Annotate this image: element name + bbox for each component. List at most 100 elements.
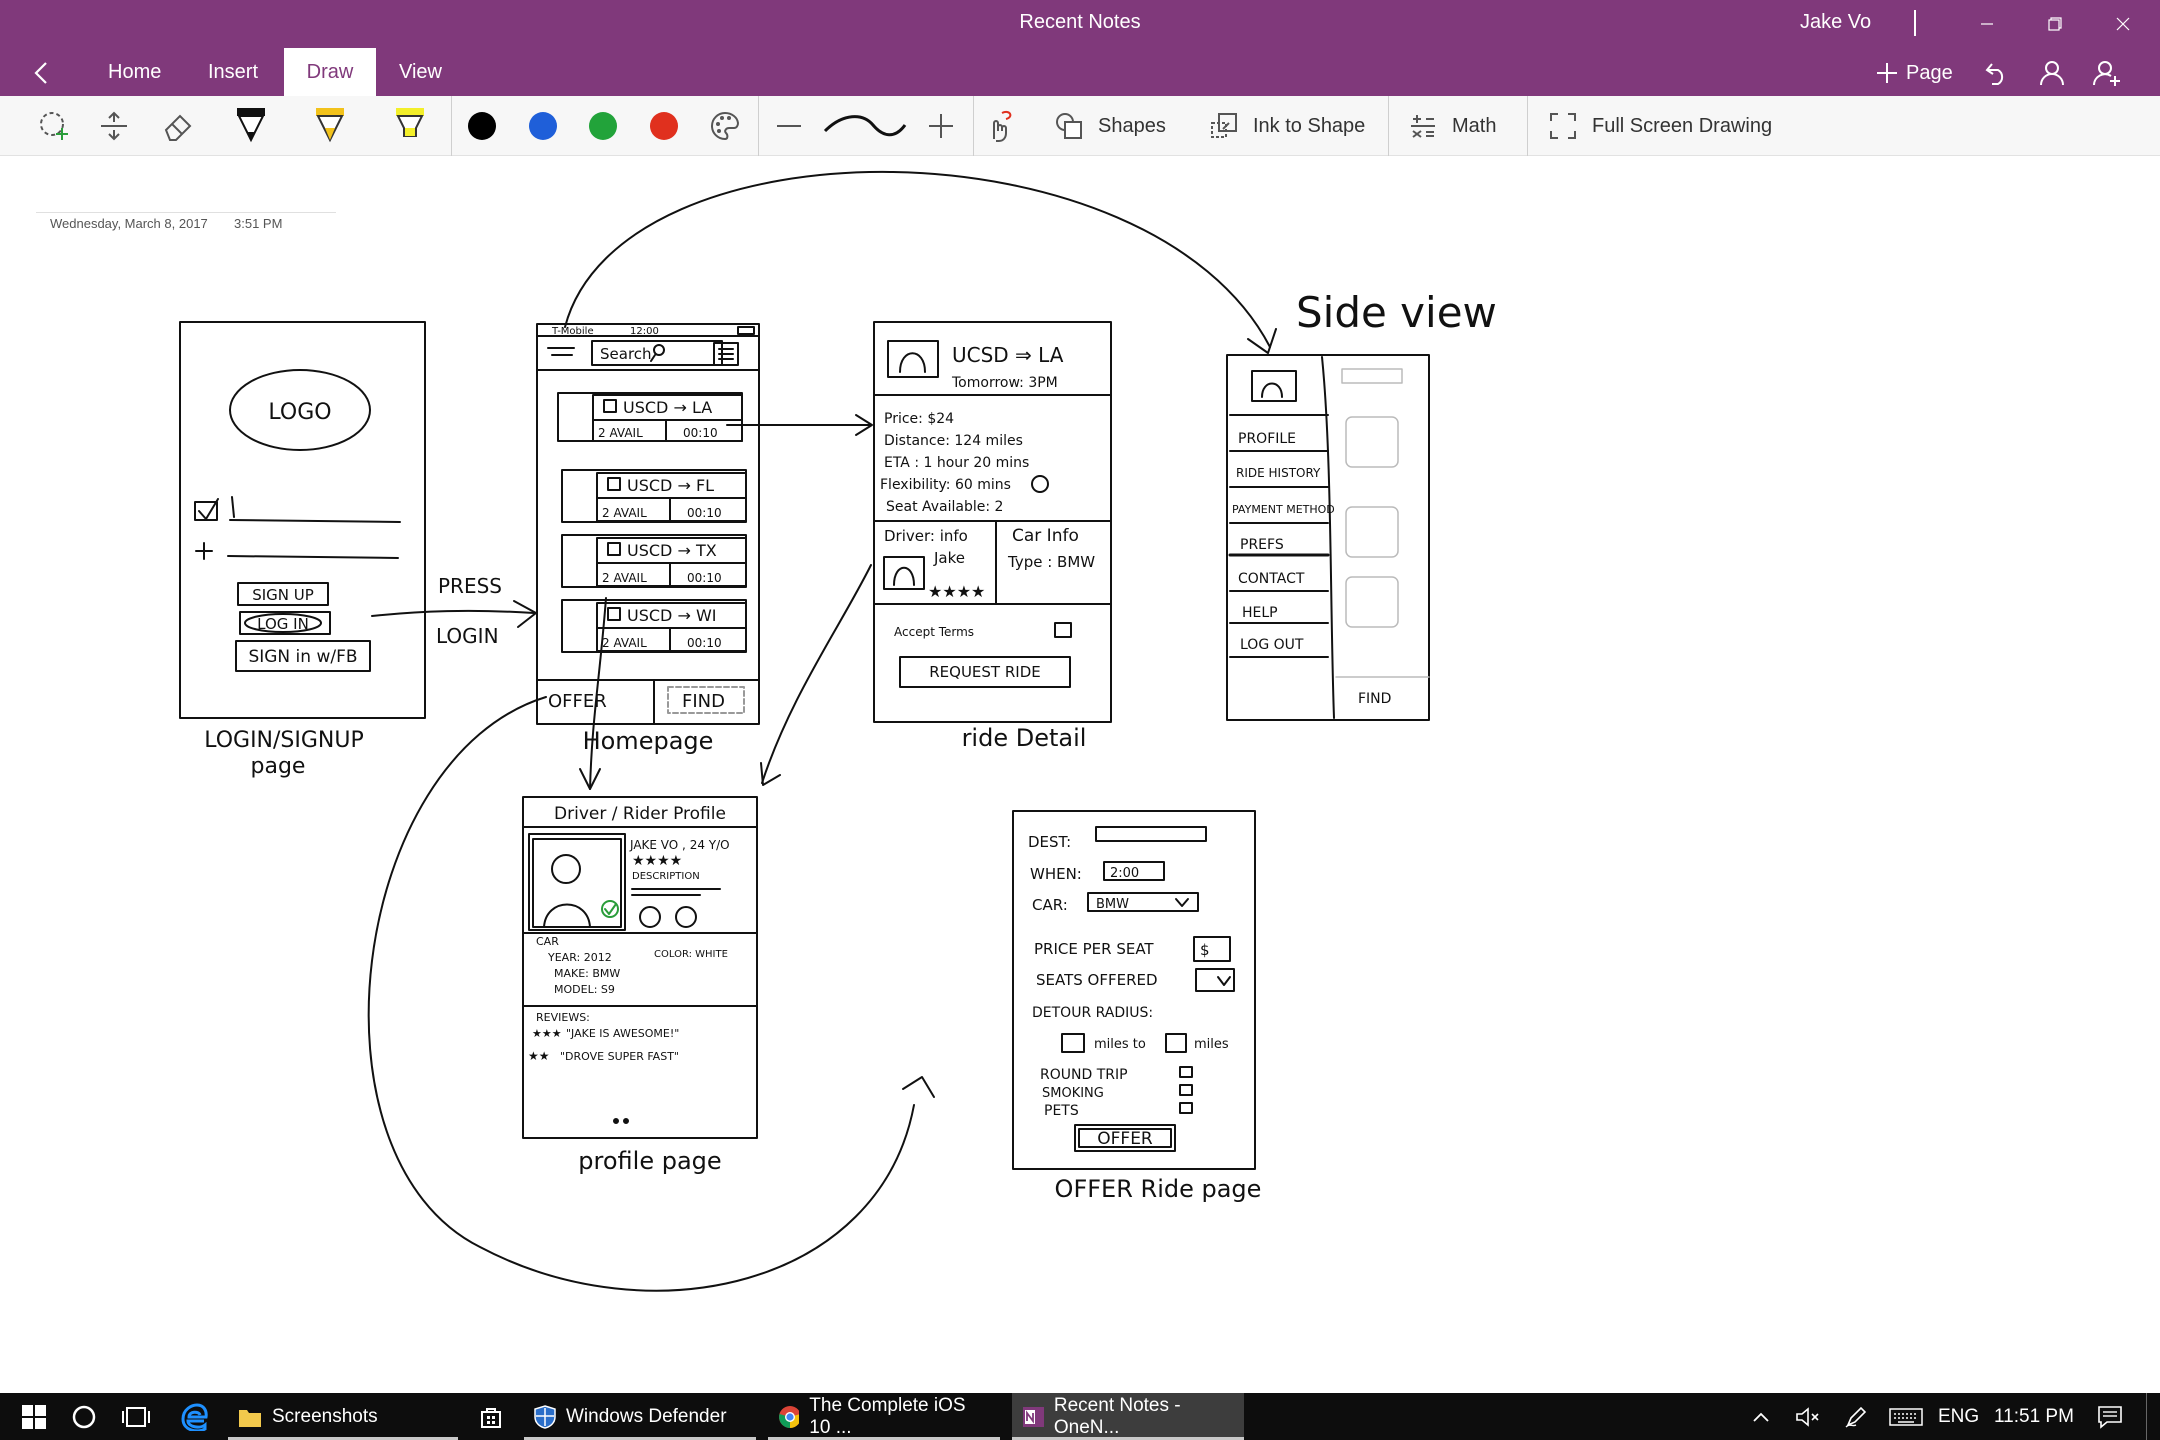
clock[interactable]: 11:51 PM: [1994, 1393, 2074, 1440]
show-desktop-divider[interactable]: [2146, 1393, 2147, 1440]
full-screen-drawing-button[interactable]: Full Screen Drawing: [1548, 104, 1772, 148]
add-page-label: Page: [1906, 61, 1953, 84]
edge-icon: [181, 1402, 208, 1431]
touch-draw-button[interactable]: [977, 104, 1023, 148]
tab-insert[interactable]: Insert: [192, 48, 274, 96]
custom-color-button[interactable]: [702, 104, 748, 148]
ride-time: 00:10: [687, 506, 722, 520]
ride-detail-sketch: UCSD ⇒ LA Tomorrow: 3PM Price: $24 Dista…: [873, 321, 1112, 752]
draw-toolbar: Shapes Ink to Shape Math Full Screen Dra…: [0, 96, 2160, 156]
color-green-button[interactable]: [580, 104, 626, 148]
close-button[interactable]: [2096, 0, 2150, 48]
side-item-logout: LOG OUT: [1240, 637, 1304, 653]
ride-route: USCD → WI: [627, 606, 716, 625]
share-button[interactable]: [2090, 56, 2124, 90]
palette-icon: [711, 111, 740, 141]
ride-avail: 2 AVAIL: [602, 571, 647, 585]
driver-rating-stars: ★★★★: [928, 582, 985, 601]
detail-route: UCSD ⇒ LA: [952, 343, 1064, 367]
shield-icon: [534, 1404, 556, 1429]
math-icon: [1411, 115, 1435, 138]
cortana-button[interactable]: [60, 1393, 108, 1440]
math-button[interactable]: Math: [1408, 104, 1496, 148]
offer-detour-label: DETOUR RADIUS:: [1032, 1005, 1153, 1021]
tab-draw[interactable]: Draw: [284, 48, 376, 96]
taskbar-app-chrome[interactable]: The Complete iOS 10 ...: [768, 1393, 1000, 1440]
windows-ink-button[interactable]: [1842, 1393, 1870, 1440]
profile-review-2: "DROVE SUPER FAST": [560, 1050, 679, 1063]
add-page-button[interactable]: Page: [1876, 56, 1953, 90]
store-button[interactable]: [476, 1393, 506, 1440]
show-hidden-icons-button[interactable]: [1748, 1393, 1774, 1440]
flow-arrowhead: [760, 762, 781, 786]
folder-icon: [239, 1409, 261, 1427]
task-view-button[interactable]: [112, 1393, 160, 1440]
restore-button[interactable]: [2028, 0, 2082, 48]
taskbar-app-onenote[interactable]: Recent Notes - OneN...: [1012, 1393, 1244, 1440]
highlighter-button[interactable]: [387, 104, 433, 148]
offer-round-trip: ROUND TRIP: [1040, 1067, 1128, 1083]
shapes-button[interactable]: Shapes: [1054, 104, 1166, 148]
detail-price: Price: $24: [884, 411, 954, 427]
taskbar-app-windows-defender[interactable]: Windows Defender: [524, 1393, 756, 1440]
profile-name: JAKE VO , 24 Y/O: [629, 838, 730, 852]
add-space-button[interactable]: [91, 104, 137, 148]
search-text: Search: [600, 345, 652, 363]
offer-price-value: $: [1200, 941, 1210, 959]
press-text: PRESS: [438, 574, 502, 598]
side-item-ride-history: RIDE HISTORY: [1236, 466, 1321, 480]
taskbar-app-screenshots[interactable]: Screenshots: [228, 1393, 458, 1440]
input-language[interactable]: ENG: [1938, 1393, 1979, 1440]
thinner-stroke-button[interactable]: [766, 104, 812, 148]
ride-row: USCD → FL 2 AVAIL 00:10: [561, 469, 747, 523]
tab-home[interactable]: Home: [92, 48, 177, 96]
tab-view[interactable]: View: [383, 48, 458, 96]
offer-car-value: BMW: [1096, 897, 1129, 912]
black-pen-icon: [237, 108, 265, 143]
thicker-stroke-button[interactable]: [918, 104, 964, 148]
chrome-icon: [779, 1405, 800, 1428]
ride-row: USCD → WI 2 AVAIL 00:10: [561, 599, 747, 653]
eraser-button[interactable]: [155, 104, 201, 148]
yellow-pencil-icon: [316, 108, 344, 143]
store-bag-icon: [481, 1407, 501, 1428]
pen-icon: [1845, 1406, 1867, 1428]
undo-button[interactable]: [1980, 56, 2014, 90]
user-name[interactable]: Jake Vo: [1800, 11, 1871, 34]
lasso-select-button[interactable]: [31, 104, 77, 148]
taskbar-app-label: Recent Notes - OneN...: [1053, 1394, 1181, 1438]
side-item-contact: CONTACT: [1238, 571, 1305, 587]
volume-button[interactable]: [1794, 1393, 1822, 1440]
toolbar-divider: [973, 96, 974, 156]
ink-sketch: LOGO SIGN UP LOG IN SIGN in w/FB LOGIN/S…: [179, 171, 1497, 1292]
windows-taskbar: Screenshots Windows Defender The Complet…: [0, 1393, 2160, 1440]
note-canvas[interactable]: Wednesday, March 8, 2017 3:51 PM LOGO SI…: [0, 157, 2160, 1393]
shapes-label: Shapes: [1098, 114, 1166, 137]
math-label: Math: [1452, 114, 1497, 137]
account-button[interactable]: [2035, 56, 2069, 90]
cortana-circle-icon: [72, 1405, 96, 1428]
black-pen-button[interactable]: [228, 104, 274, 148]
ride-avail: 2 AVAIL: [602, 636, 647, 650]
color-black-button[interactable]: [459, 104, 505, 148]
color-blue-button[interactable]: [520, 104, 566, 148]
plus-icon: [1877, 63, 1897, 83]
action-center-button[interactable]: [2094, 1393, 2126, 1440]
profile-sketch: Driver / Rider Profile JAKE VO , 24 Y/O …: [522, 796, 758, 1175]
minimize-button[interactable]: [1960, 0, 2014, 48]
stroke-preview-icon: [823, 115, 907, 137]
edge-browser-button[interactable]: [170, 1393, 218, 1440]
offer-price-label: PRICE PER SEAT: [1034, 940, 1154, 958]
back-button[interactable]: [24, 56, 58, 90]
pencil-button[interactable]: [307, 104, 353, 148]
start-button[interactable]: [10, 1393, 58, 1440]
profile-reviews-label: REVIEWS:: [536, 1011, 590, 1024]
profile-caption: profile page: [578, 1147, 721, 1175]
touch-keyboard-button[interactable]: [1888, 1393, 1924, 1440]
ink-to-shape-button[interactable]: Ink to Shape: [1209, 104, 1365, 148]
driver-info-text: Driver: info: [884, 527, 968, 545]
status-carrier: T-Mobile: [551, 326, 594, 337]
color-red-button[interactable]: [641, 104, 687, 148]
side-view-title: Side view: [1296, 288, 1497, 337]
detail-eta: ETA : 1 hour 20 mins: [884, 455, 1029, 471]
